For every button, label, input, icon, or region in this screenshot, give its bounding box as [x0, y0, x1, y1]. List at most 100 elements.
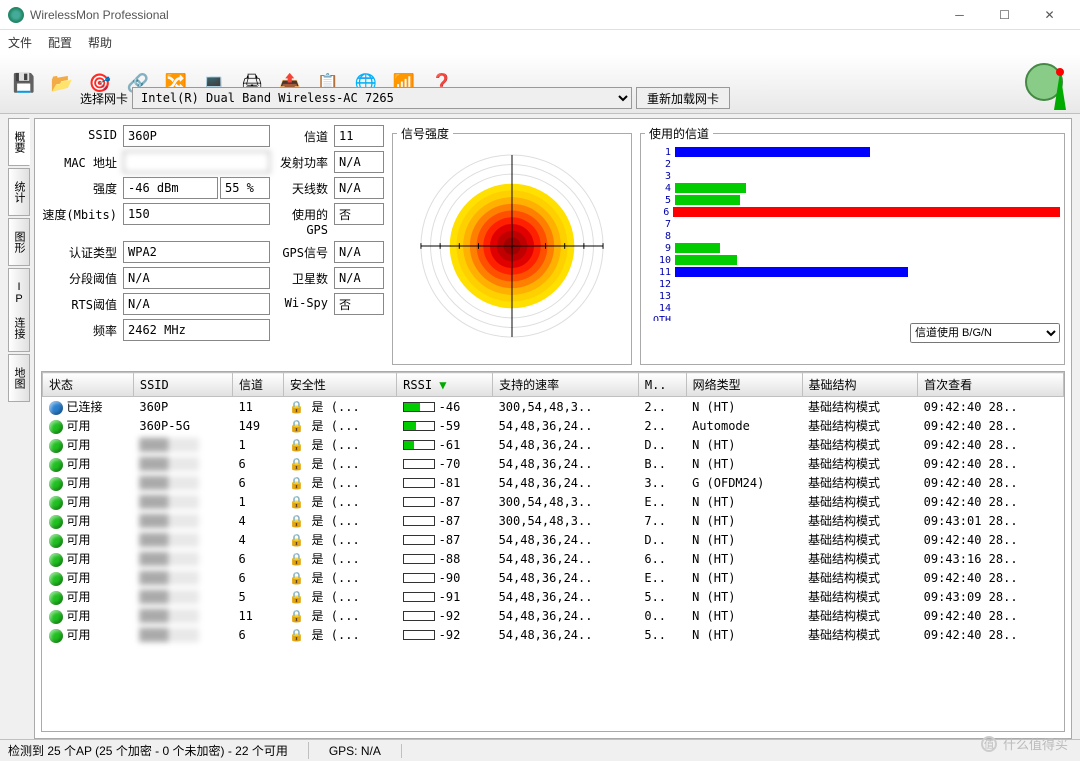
table-row[interactable]: 可用 ████ 6 🔒 是 (... -81 54,48,36,24.. 3..… — [43, 473, 1064, 492]
txpower-field[interactable] — [334, 151, 384, 173]
auth-field[interactable] — [123, 241, 270, 263]
side-tabs: 概要 统计 图形 IP 连接 地图 — [8, 118, 30, 739]
app-icon — [8, 7, 24, 23]
mac-field[interactable] — [123, 151, 270, 173]
channel-bar-row: 9 — [645, 242, 1060, 254]
column-header[interactable]: M.. — [638, 373, 686, 397]
close-button[interactable]: ✕ — [1027, 0, 1072, 30]
channel-bars: 1234567891011121314OTH — [645, 146, 1060, 321]
app-logo — [1024, 62, 1072, 110]
tab-stats[interactable]: 统计 — [8, 168, 30, 216]
table-row[interactable]: 可用 ████ 1 🔒 是 (... -87 300,54,48,3.. E..… — [43, 492, 1064, 511]
wispy-field[interactable] — [334, 293, 384, 315]
tab-summary[interactable]: 概要 — [8, 118, 30, 166]
gps-signal-label: GPS信号 — [272, 241, 332, 263]
channel-bar-row: 12 — [645, 278, 1060, 290]
reload-adapter-button[interactable]: 重新加载网卡 — [636, 87, 730, 109]
column-header[interactable]: 信道 — [232, 373, 283, 397]
ssid-field[interactable] — [123, 125, 270, 147]
channel-bar-row: 1 — [645, 146, 1060, 158]
maximize-button[interactable]: ☐ — [982, 0, 1027, 30]
gps-used-field[interactable] — [334, 203, 384, 225]
signal-strength-panel: 信号强度 — [392, 125, 632, 365]
tab-map[interactable]: 地图 — [8, 354, 30, 402]
strength-dbm-field[interactable] — [123, 177, 218, 199]
menu-file[interactable]: 文件 — [8, 34, 32, 51]
table-row[interactable]: 可用 360P-5G 149 🔒 是 (... -59 54,48,36,24.… — [43, 416, 1064, 435]
rts-field[interactable] — [123, 293, 270, 315]
menu-config[interactable]: 配置 — [48, 34, 72, 51]
channel-bar-row: 11 — [645, 266, 1060, 278]
gps-used-label: 使用的GPS — [272, 203, 332, 237]
rts-label: RTS阈值 — [41, 293, 121, 315]
channel-bar-row: 8 — [645, 230, 1060, 242]
column-header[interactable]: 首次查看 — [918, 373, 1064, 397]
table-row[interactable]: 可用 ████ 4 🔒 是 (... -87 54,48,36,24.. D..… — [43, 530, 1064, 549]
channel-bar-row: OTH — [645, 314, 1060, 321]
ap-grid[interactable]: 状态SSID信道安全性RSSI ▼支持的速率M..网络类型基础结构首次查看 已连… — [41, 371, 1065, 732]
channel-label: 信道 — [272, 125, 332, 147]
channels-title: 使用的信道 — [645, 125, 713, 142]
frag-field[interactable] — [123, 267, 270, 289]
table-row[interactable]: 可用 ████ 11 🔒 是 (... -92 54,48,36,24.. 0.… — [43, 606, 1064, 625]
freq-field[interactable] — [123, 319, 270, 341]
signal-title: 信号强度 — [397, 125, 453, 142]
table-row[interactable]: 可用 ████ 4 🔒 是 (... -87 300,54,48,3.. 7..… — [43, 511, 1064, 530]
txpower-label: 发射功率 — [272, 151, 332, 173]
column-header[interactable]: 安全性 — [283, 373, 396, 397]
table-row[interactable]: 可用 ████ 1 🔒 是 (... -61 54,48,36,24.. D..… — [43, 435, 1064, 454]
tab-graph[interactable]: 图形 — [8, 218, 30, 266]
info-fields: SSID 信道 MAC 地址 发射功率 强度 天线数 速度(Mbits) 使用的… — [41, 125, 384, 365]
speed-label: 速度(Mbits) — [41, 203, 121, 237]
table-row[interactable]: 可用 ████ 6 🔒 是 (... -92 54,48,36,24.. 5..… — [43, 625, 1064, 644]
open-icon[interactable]: 📂 — [46, 68, 78, 100]
strength-pct-field[interactable] — [220, 177, 270, 199]
sats-field[interactable] — [334, 267, 384, 289]
sats-label: 卫星数 — [272, 267, 332, 289]
minimize-button[interactable]: ─ — [937, 0, 982, 30]
channels-panel: 使用的信道 1234567891011121314OTH 信道使用 B/G/N — [640, 125, 1065, 365]
channel-bar-row: 5 — [645, 194, 1060, 206]
toolbar: 💾 📂 🎯 🔗 🔀 💻 🖨 📤 📋 🌐 📶 ❓ 选择网卡 Intel(R) Du… — [0, 54, 1080, 114]
table-row[interactable]: 可用 ████ 6 🔒 是 (... -70 54,48,36,24.. B..… — [43, 454, 1064, 473]
table-row[interactable]: 可用 ████ 6 🔒 是 (... -88 54,48,36,24.. 6..… — [43, 549, 1064, 568]
menu-help[interactable]: 帮助 — [88, 34, 112, 51]
auth-label: 认证类型 — [41, 241, 121, 263]
mac-label: MAC 地址 — [41, 151, 121, 173]
status-gps: GPS: N/A — [329, 744, 402, 758]
column-header[interactable]: RSSI ▼ — [397, 373, 493, 397]
column-header[interactable]: 基础结构 — [802, 373, 918, 397]
tab-ip[interactable]: IP 连接 — [8, 268, 30, 352]
column-header[interactable]: 支持的速率 — [493, 373, 639, 397]
status-bar: 检测到 25 个AP (25 个加密 - 0 个未加密) - 22 个可用 GP… — [0, 739, 1080, 761]
table-row[interactable]: 可用 ████ 6 🔒 是 (... -90 54,48,36,24.. E..… — [43, 568, 1064, 587]
channel-bar-row: 6 — [645, 206, 1060, 218]
column-header[interactable]: 网络类型 — [686, 373, 802, 397]
channel-bar-row: 3 — [645, 170, 1060, 182]
save-icon[interactable]: 💾 — [8, 68, 40, 100]
ssid-label: SSID — [41, 125, 121, 147]
adapter-label: 选择网卡 — [80, 90, 128, 107]
gps-signal-field[interactable] — [334, 241, 384, 263]
table-row[interactable]: 可用 ████ 5 🔒 是 (... -91 54,48,36,24.. 5..… — [43, 587, 1064, 606]
adapter-select[interactable]: Intel(R) Dual Band Wireless-AC 7265 — [132, 87, 632, 109]
channel-bar-row: 14 — [645, 302, 1060, 314]
channel-bar-row: 2 — [645, 158, 1060, 170]
strength-label: 强度 — [41, 177, 121, 199]
wispy-label: Wi-Spy — [272, 293, 332, 315]
frag-label: 分段阈值 — [41, 267, 121, 289]
antennas-field[interactable] — [334, 177, 384, 199]
menu-bar: 文件 配置 帮助 — [0, 30, 1080, 54]
channel-mode-select[interactable]: 信道使用 B/G/N — [910, 323, 1060, 343]
window-title: WirelessMon Professional — [30, 8, 937, 22]
speed-field[interactable] — [123, 203, 270, 225]
radar-gauge — [397, 146, 627, 346]
column-header[interactable]: SSID — [133, 373, 232, 397]
column-header[interactable]: 状态 — [43, 373, 134, 397]
channel-bar-row: 13 — [645, 290, 1060, 302]
status-ap-count: 检测到 25 个AP (25 个加密 - 0 个未加密) - 22 个可用 — [8, 742, 309, 759]
channel-field[interactable] — [334, 125, 384, 147]
table-row[interactable]: 已连接 360P 11 🔒 是 (... -46 300,54,48,3.. 2… — [43, 397, 1064, 417]
channel-bar-row: 4 — [645, 182, 1060, 194]
channel-bar-row: 10 — [645, 254, 1060, 266]
